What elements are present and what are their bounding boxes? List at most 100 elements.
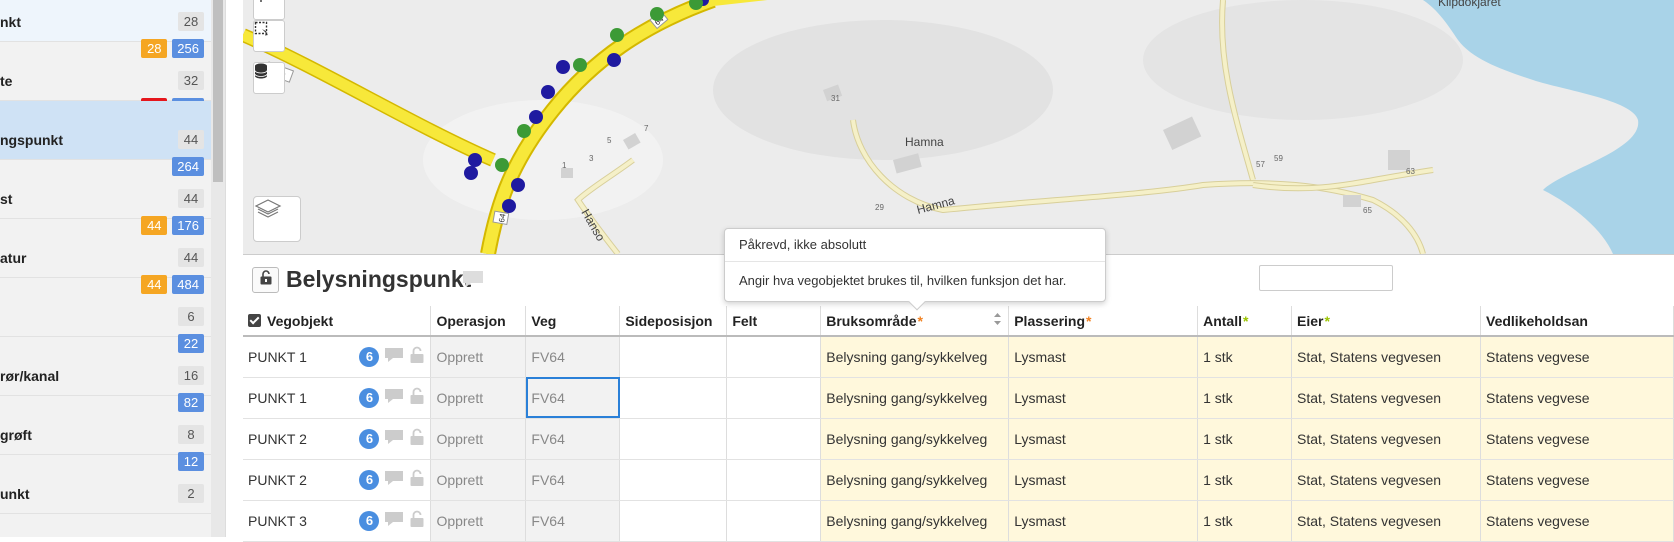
- cell-vedlikehold[interactable]: Statens vegvese: [1480, 377, 1674, 419]
- column-header-bruksomrade[interactable]: Bruksområde*: [820, 306, 1010, 337]
- select-all-checkbox[interactable]: [248, 313, 261, 327]
- column-header-vegobjekt[interactable]: Vegobjekt: [243, 306, 432, 337]
- map-canvas[interactable]: 1070 64 64 Hamna Hamna Hanso Kilpdokjare…: [243, 0, 1674, 254]
- unlock-icon[interactable]: [409, 346, 425, 367]
- column-header-operasjon[interactable]: Operasjon: [430, 306, 527, 337]
- map-view[interactable]: 1070 64 64 Hamna Hamna Hanso Kilpdokjare…: [243, 0, 1674, 254]
- cell-bruksomrade[interactable]: Belysning gang/sykkelveg: [820, 500, 1010, 542]
- object-type-item[interactable]: rør/kanal 16 82: [0, 337, 212, 412]
- column-header-vedlikehold[interactable]: Vedlikeholdsan: [1480, 306, 1674, 337]
- cell-antall[interactable]: 1 stk: [1197, 336, 1293, 378]
- cell-veg[interactable]: FV64: [525, 500, 621, 542]
- cell-vegobjekt[interactable]: PUNKT 3 6: [243, 500, 432, 542]
- cell-veg[interactable]: FV64: [525, 336, 621, 378]
- version-count-badge[interactable]: 6: [359, 346, 380, 367]
- cell-bruksomrade[interactable]: Belysning gang/sykkelveg: [820, 459, 1010, 501]
- cell-sideposisjon[interactable]: [619, 336, 728, 378]
- cell-felt[interactable]: [726, 377, 822, 419]
- cell-operasjon[interactable]: Opprett: [430, 459, 527, 501]
- cell-veg[interactable]: FV64: [525, 377, 621, 419]
- cell-vedlikehold[interactable]: Statens vegvese: [1480, 500, 1674, 542]
- cell-bruksomrade[interactable]: Belysning gang/sykkelveg: [820, 377, 1010, 419]
- version-count-badge[interactable]: 6: [359, 428, 380, 449]
- unlock-icon[interactable]: [409, 510, 425, 531]
- version-count-badge[interactable]: 6: [359, 469, 380, 490]
- column-header-veg[interactable]: Veg: [525, 306, 621, 337]
- cell-vegobjekt[interactable]: PUNKT 1 6: [243, 377, 432, 419]
- cell-antall[interactable]: 1 stk: [1197, 459, 1293, 501]
- cell-veg[interactable]: FV64: [525, 418, 621, 460]
- cell-eier[interactable]: Stat, Statens vegvesen: [1291, 377, 1481, 419]
- table-row[interactable]: PUNKT 2 6 Opprett FV64 Belysning gang/sykkel…: [243, 459, 1674, 501]
- comment-icon[interactable]: [383, 387, 405, 408]
- object-type-item[interactable]: ngspunkt 44 264: [0, 101, 212, 176]
- column-header-felt[interactable]: Felt: [726, 306, 822, 337]
- sidebar-scrollbar[interactable]: [211, 0, 225, 537]
- comment-icon[interactable]: [383, 346, 405, 367]
- cell-vedlikehold[interactable]: Statens vegvese: [1480, 418, 1674, 460]
- cell-plassering[interactable]: Lysmast: [1008, 377, 1199, 419]
- cell-sideposisjon[interactable]: [619, 500, 728, 542]
- object-type-item[interactable]: atur 44 44 484: [0, 219, 212, 294]
- cell-plassering[interactable]: Lysmast: [1008, 459, 1199, 501]
- comment-icon[interactable]: [383, 469, 405, 490]
- select-area-button[interactable]: [253, 20, 285, 52]
- unlock-icon[interactable]: [409, 428, 425, 449]
- object-type-item[interactable]: te3232158: [0, 42, 212, 117]
- cell-felt[interactable]: [726, 459, 822, 501]
- object-type-item[interactable]: nkt 28 28 256: [0, 0, 212, 58]
- cell-antall[interactable]: 1 stk: [1197, 500, 1293, 542]
- table-row[interactable]: PUNKT 1 6 Opprett FV64 Belysning gang/sykkel…: [243, 377, 1674, 419]
- table-row[interactable]: PUNKT 2 6 Opprett FV64 Belysning gang/sykkel…: [243, 418, 1674, 460]
- cell-eier[interactable]: Stat, Statens vegvesen: [1291, 459, 1481, 501]
- cell-operasjon[interactable]: Opprett: [430, 336, 527, 378]
- object-type-item[interactable]: st 44 44 176: [0, 160, 212, 235]
- cell-antall[interactable]: 1 stk: [1197, 418, 1293, 460]
- cell-felt[interactable]: [726, 418, 822, 460]
- cell-vegobjekt[interactable]: PUNKT 1 6: [243, 336, 432, 378]
- object-type-item[interactable]: grøft 8 12: [0, 396, 212, 471]
- cell-plassering[interactable]: Lysmast: [1008, 500, 1199, 542]
- cell-bruksomrade[interactable]: Belysning gang/sykkelveg: [820, 418, 1010, 460]
- table-row[interactable]: PUNKT 1 6 Opprett FV64 Belysning gang/sykkel…: [243, 336, 1674, 378]
- cell-veg[interactable]: FV64: [525, 459, 621, 501]
- cell-eier[interactable]: Stat, Statens vegvesen: [1291, 336, 1481, 378]
- comment-icon[interactable]: [383, 428, 405, 449]
- object-type-item[interactable]: 6 22: [0, 278, 212, 353]
- cell-vegobjekt[interactable]: PUNKT 2 6: [243, 459, 432, 501]
- column-header-sideposisjon[interactable]: Sideposisjon: [619, 306, 728, 337]
- cell-operasjon[interactable]: Opprett: [430, 418, 527, 460]
- cell-operasjon[interactable]: Opprett: [430, 377, 527, 419]
- cell-vegobjekt[interactable]: PUNKT 2 6: [243, 418, 432, 460]
- comment-icon[interactable]: [383, 510, 405, 531]
- version-count-badge[interactable]: 6: [359, 387, 380, 408]
- cell-felt[interactable]: [726, 336, 822, 378]
- column-header-plassering[interactable]: Plassering*: [1008, 306, 1199, 337]
- table-row[interactable]: PUNKT 3 6 Opprett FV64 Belysning gang/sykkel…: [243, 500, 1674, 542]
- version-count-badge[interactable]: 6: [359, 510, 380, 531]
- base-layers-button[interactable]: [253, 196, 301, 242]
- cell-bruksomrade[interactable]: Belysning gang/sykkelveg: [820, 336, 1010, 378]
- cell-sideposisjon[interactable]: [619, 418, 728, 460]
- cell-eier[interactable]: Stat, Statens vegvesen: [1291, 500, 1481, 542]
- column-header-antall[interactable]: Antall*: [1197, 306, 1293, 337]
- comment-icon[interactable]: [461, 269, 485, 294]
- unlock-icon[interactable]: [409, 469, 425, 490]
- cell-sideposisjon[interactable]: [619, 377, 728, 419]
- cell-sideposisjon[interactable]: [619, 459, 728, 501]
- map-tool-button[interactable]: [253, 0, 285, 20]
- cell-operasjon[interactable]: Opprett: [430, 500, 527, 542]
- unlock-icon[interactable]: [409, 387, 425, 408]
- cell-vedlikehold[interactable]: Statens vegvese: [1480, 336, 1674, 378]
- data-layers-button[interactable]: [253, 62, 285, 94]
- sort-icon[interactable]: [993, 312, 1002, 329]
- column-header-eier[interactable]: Eier*: [1291, 306, 1481, 337]
- cell-vedlikehold[interactable]: Statens vegvese: [1480, 459, 1674, 501]
- unlock-panel-button[interactable]: [252, 267, 279, 293]
- object-type-item[interactable]: unkt 2: [0, 455, 212, 514]
- cell-antall[interactable]: 1 stk: [1197, 377, 1293, 419]
- cell-plassering[interactable]: Lysmast: [1008, 418, 1199, 460]
- cell-eier[interactable]: Stat, Statens vegvesen: [1291, 418, 1481, 460]
- filter-input[interactable]: [1259, 265, 1393, 291]
- cell-plassering[interactable]: Lysmast: [1008, 336, 1199, 378]
